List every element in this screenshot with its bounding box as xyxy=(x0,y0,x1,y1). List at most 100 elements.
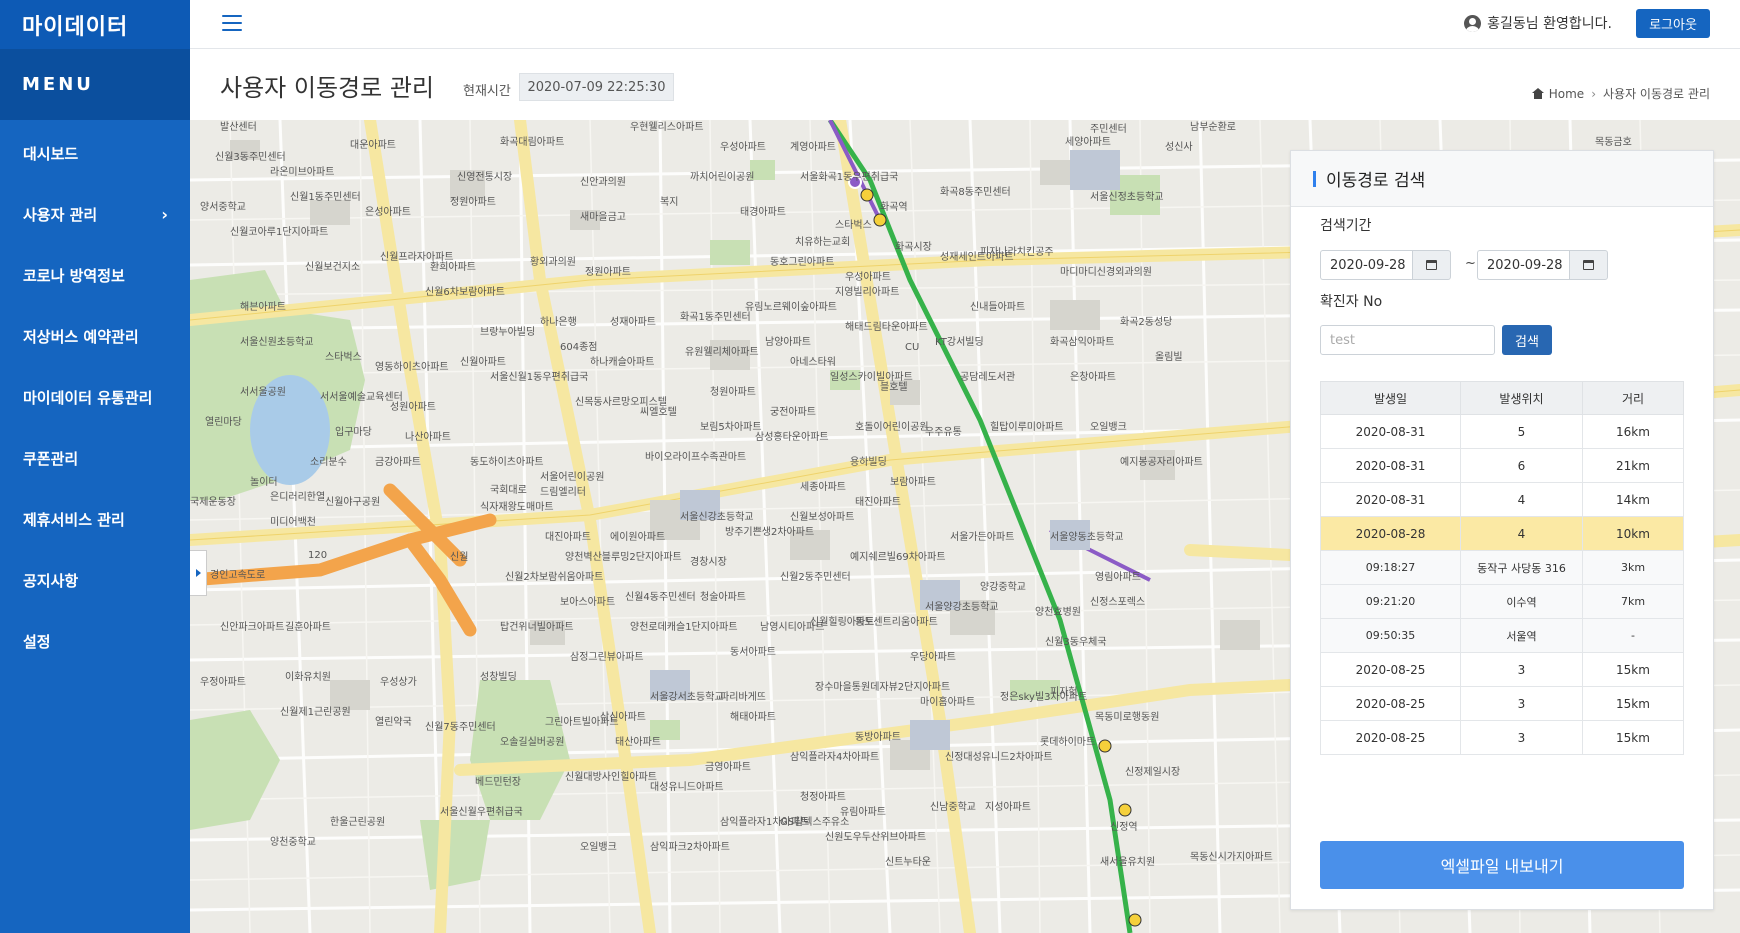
sidebar-item-partner-services[interactable]: 제휴서비스 관리 xyxy=(0,489,190,550)
cell-date: 2020-08-31 xyxy=(1320,482,1461,517)
svg-text:식자재왕도매마트: 식자재왕도매마트 xyxy=(480,501,554,513)
table-row[interactable]: 2020-08-31 5 16km xyxy=(1320,414,1684,449)
svg-text:지성아파트: 지성아파트 xyxy=(985,801,1031,813)
svg-text:청원아파트: 청원아파트 xyxy=(710,386,756,398)
sidebar-item-lowfloor-bus[interactable]: 저상버스 예약관리 xyxy=(0,306,190,367)
calendar-icon xyxy=(1426,260,1437,270)
table-row[interactable]: 2020-08-28 4 10km xyxy=(1320,516,1684,551)
svg-text:신월2동주민센터: 신월2동주민센터 xyxy=(780,571,851,583)
table-row[interactable]: 09:21:20 이수역 7km xyxy=(1320,584,1684,619)
breadcrumb-home[interactable]: Home xyxy=(1549,87,1584,101)
svg-text:신안파크아파트: 신안파크아파트 xyxy=(220,621,284,633)
breadcrumb: Home › 사용자 이동경로 관리 xyxy=(1531,85,1710,102)
svg-text:화곡8동주민센터: 화곡8동주민센터 xyxy=(940,186,1011,198)
svg-text:피자헛: 피자헛 xyxy=(1050,686,1078,698)
svg-text:은디러리한열: 은디러리한열 xyxy=(270,491,325,503)
sidebar-item-label: 코로나 방역정보 xyxy=(23,267,125,285)
svg-text:스타벅스: 스타벅스 xyxy=(325,351,362,363)
svg-text:동호그린아파트: 동호그린아파트 xyxy=(770,256,834,268)
svg-text:화곡시장: 화곡시장 xyxy=(895,241,932,253)
svg-text:목동미로행동원: 목동미로행동원 xyxy=(1095,711,1159,723)
calendar-button-from[interactable] xyxy=(1412,250,1451,280)
svg-text:신월2차보람쉬움아파트: 신월2차보람쉬움아파트 xyxy=(505,570,603,583)
cell-distance: - xyxy=(1582,618,1684,653)
date-from-input[interactable] xyxy=(1320,250,1412,280)
svg-text:화곡대림아파트: 화곡대림아파트 xyxy=(500,136,564,148)
svg-text:양천효병원: 양천효병원 xyxy=(1035,606,1081,618)
svg-text:국제운동장: 국제운동장 xyxy=(190,496,236,508)
expand-arrow-icon[interactable] xyxy=(190,550,207,596)
svg-text:용하빌딩: 용하빌딩 xyxy=(850,455,887,468)
svg-text:태경아파트: 태경아파트 xyxy=(740,205,786,218)
cell-date: 2020-08-31 xyxy=(1320,448,1461,483)
logout-button[interactable]: 로그아웃 xyxy=(1636,9,1710,38)
sidebar-item-notices[interactable]: 공지사항 xyxy=(0,550,190,611)
svg-text:서울강서초등학교: 서울강서초등학교 xyxy=(650,691,724,703)
table-row[interactable]: 2020-08-25 3 15km xyxy=(1320,720,1684,755)
svg-text:길훈아파트: 길훈아파트 xyxy=(285,620,331,633)
sidebar-item-settings[interactable]: 설정 xyxy=(0,611,190,672)
svg-text:동도센트리움아파트: 동도센트리움아파트 xyxy=(855,616,938,628)
brand-logo[interactable]: 마이데이터 xyxy=(0,0,190,49)
svg-text:삼익파크2차아파트: 삼익파크2차아파트 xyxy=(650,841,730,853)
svg-text:은창아파트: 은창아파트 xyxy=(1070,371,1116,383)
table-header-row: 발생일 발생위치 거리 xyxy=(1320,381,1684,415)
cell-location: 5 xyxy=(1460,414,1583,449)
svg-text:아네스타워: 아네스타워 xyxy=(790,355,836,368)
svg-text:바이오라이프수족관마트: 바이오라이프수족관마트 xyxy=(645,451,746,463)
calendar-button-to[interactable] xyxy=(1569,250,1608,280)
table-row[interactable]: 2020-08-25 3 15km xyxy=(1320,686,1684,721)
svg-text:탑건위너빌아파트: 탑건위너빌아파트 xyxy=(500,620,574,633)
svg-text:피자나라치킨공주: 피자나라치킨공주 xyxy=(980,246,1054,258)
svg-text:놀이터: 놀이터 xyxy=(250,476,278,488)
cell-distance: 15km xyxy=(1582,686,1684,721)
svg-text:태산아파트: 태산아파트 xyxy=(615,736,661,748)
svg-text:청술아파트: 청술아파트 xyxy=(700,591,746,603)
svg-text:정원아파트: 정원아파트 xyxy=(585,266,631,278)
svg-text:지영빌리아파트: 지영빌리아파트 xyxy=(835,286,899,298)
sidebar-item-mydata-distribution[interactable]: 마이데이터 유통관리 xyxy=(0,367,190,428)
patient-no-input[interactable] xyxy=(1320,325,1495,355)
svg-text:양천중학교: 양천중학교 xyxy=(270,836,316,848)
search-button[interactable]: 검색 xyxy=(1502,325,1552,355)
svg-text:브랑누아빌딩: 브랑누아빌딩 xyxy=(480,326,535,338)
svg-text:삼성홍타운아파트: 삼성홍타운아파트 xyxy=(755,430,829,443)
table-row[interactable]: 2020-08-31 4 14km xyxy=(1320,482,1684,517)
sidebar-item-user-management[interactable]: 사용자 관리 › xyxy=(0,184,190,245)
route-table: 발생일 발생위치 거리 2020-08-31 5 16km 2020-08-31 6 21… xyxy=(1320,381,1684,755)
svg-text:경인고속도로: 경인고속도로 xyxy=(210,568,265,581)
sidebar-item-coupons[interactable]: 쿠폰관리 xyxy=(0,428,190,489)
home-icon xyxy=(1531,88,1544,99)
svg-text:소리분수: 소리분수 xyxy=(310,456,347,468)
svg-text:목동금호: 목동금호 xyxy=(1595,136,1632,148)
svg-text:우주유통: 우주유통 xyxy=(925,426,962,438)
svg-text:씨엘호텔: 씨엘호텔 xyxy=(640,405,677,418)
cell-date: 2020-08-28 xyxy=(1320,516,1461,551)
export-excel-button[interactable]: 엑셀파일 내보내기 xyxy=(1320,841,1684,889)
date-to-input[interactable] xyxy=(1477,250,1569,280)
svg-text:입구마당: 입구마당 xyxy=(335,425,372,438)
table-row[interactable]: 09:50:35 서울역 - xyxy=(1320,618,1684,653)
sidebar-item-label: 설정 xyxy=(23,633,51,651)
hamburger-icon[interactable] xyxy=(222,15,242,33)
svg-text:신월3동우체국: 신월3동우체국 xyxy=(1045,636,1107,648)
table-row[interactable]: 2020-08-31 6 21km xyxy=(1320,448,1684,483)
svg-text:베드민턴장: 베드민턴장 xyxy=(475,776,521,788)
cell-date: 09:50:35 xyxy=(1320,618,1461,653)
svg-text:우성아파트: 우성아파트 xyxy=(845,271,891,283)
svg-text:계영아파트: 계영아파트 xyxy=(790,141,836,153)
svg-text:복지: 복지 xyxy=(660,196,678,208)
svg-text:신월보건지소: 신월보건지소 xyxy=(305,261,360,273)
svg-text:화곡역: 화곡역 xyxy=(880,201,908,213)
sidebar-item-covid-info[interactable]: 코로나 방역정보 xyxy=(0,245,190,306)
svg-text:블호텔: 블호텔 xyxy=(880,381,908,393)
svg-text:파리바게뜨: 파리바게뜨 xyxy=(720,691,766,703)
table-row[interactable]: 2020-08-25 3 15km xyxy=(1320,652,1684,687)
table-row[interactable]: 09:18:27 동작구 사당동 316 3km xyxy=(1320,550,1684,585)
svg-text:까치어린이공원: 까치어린이공원 xyxy=(690,171,754,183)
svg-text:우성아파트: 우성아파트 xyxy=(720,141,766,153)
svg-text:태진아파트: 태진아파트 xyxy=(855,496,901,508)
svg-text:삼정그린뷰아파트: 삼정그린뷰아파트 xyxy=(570,651,644,663)
svg-text:신월4동주민센터: 신월4동주민센터 xyxy=(625,591,696,603)
sidebar-item-dashboard[interactable]: 대시보드 xyxy=(0,123,190,184)
